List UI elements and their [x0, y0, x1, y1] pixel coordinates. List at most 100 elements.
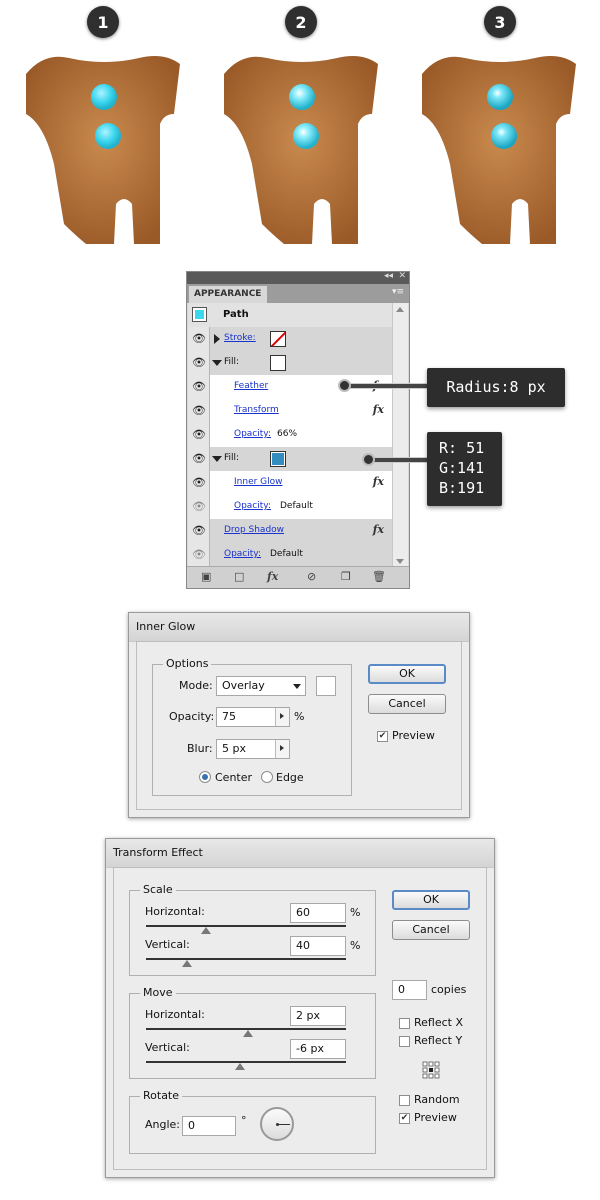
- clear-appearance-icon[interactable]: ⊘: [307, 570, 316, 583]
- effect-row-transform[interactable]: 👁 Transform fx: [188, 399, 392, 423]
- scale-horizontal-slider[interactable]: [146, 925, 346, 927]
- scale-horizontal-thumb[interactable]: [201, 927, 211, 934]
- eye-icon[interactable]: 👁: [192, 500, 206, 514]
- scale-horizontal-input[interactable]: 60: [290, 903, 346, 923]
- inner-glow-dialog: Inner Glow Options Mode: Overlay Opacity…: [128, 612, 470, 818]
- move-vertical-label: Vertical:: [145, 1041, 190, 1054]
- move-horizontal-thumb[interactable]: [243, 1030, 253, 1037]
- fill-label: Fill:: [224, 453, 240, 463]
- opacity-row-fill-2[interactable]: 👁 Opacity: Default: [188, 495, 392, 519]
- fx-icon[interactable]: fx: [373, 475, 384, 488]
- edge-radio[interactable]: [261, 771, 273, 783]
- ok-button[interactable]: OK: [392, 890, 470, 910]
- move-horizontal-input[interactable]: 2 px: [290, 1006, 346, 1026]
- drop-shadow-link[interactable]: Drop Shadow: [224, 525, 284, 535]
- visibility-column: 👁: [188, 375, 210, 399]
- blur-stepper-button[interactable]: [275, 740, 289, 758]
- add-new-fill-icon[interactable]: □: [234, 570, 244, 583]
- copies-input[interactable]: 0: [392, 980, 427, 1000]
- opacity-row-object[interactable]: 👁 Opacity: Default: [188, 543, 392, 567]
- move-vertical-slider[interactable]: [146, 1061, 346, 1063]
- eye-icon[interactable]: 👁: [192, 452, 206, 466]
- mode-select[interactable]: Overlay: [216, 676, 306, 696]
- scroll-down-icon[interactable]: [396, 559, 404, 564]
- fx-icon[interactable]: fx: [373, 403, 384, 416]
- scale-vertical-label: Vertical:: [145, 938, 190, 951]
- reflect-x-checkbox[interactable]: [399, 1018, 410, 1029]
- opacity-input[interactable]: 75: [216, 707, 290, 727]
- expand-triangle-icon[interactable]: [214, 334, 220, 344]
- close-icon[interactable]: ✕: [398, 271, 406, 281]
- opacity-link[interactable]: Opacity:: [234, 501, 271, 511]
- move-group-title: Move: [140, 986, 176, 999]
- move-vertical-input[interactable]: -6 px: [290, 1039, 346, 1059]
- collapse-triangle-icon[interactable]: [212, 456, 222, 462]
- cancel-button[interactable]: Cancel: [392, 920, 470, 940]
- cancel-button[interactable]: Cancel: [368, 694, 446, 714]
- angle-input[interactable]: 0: [182, 1116, 236, 1136]
- stroke-none-swatch[interactable]: [270, 331, 286, 347]
- tab-appearance[interactable]: APPEARANCE: [189, 286, 267, 303]
- feather-link[interactable]: Feather: [234, 381, 268, 391]
- opacity-label: Opacity:: [169, 710, 215, 723]
- path-label: Path: [223, 309, 249, 320]
- eye-icon[interactable]: 👁: [192, 428, 206, 442]
- add-effect-icon[interactable]: fx: [267, 570, 278, 583]
- opacity-link[interactable]: Opacity:: [234, 429, 271, 439]
- stroke-row[interactable]: 👁 Stroke:: [188, 327, 392, 351]
- effect-row-inner-glow[interactable]: 👁 Inner Glow fx: [188, 471, 392, 495]
- path-row[interactable]: Path: [188, 303, 392, 327]
- scale-vertical-unit: %: [350, 939, 361, 952]
- transform-link[interactable]: Transform: [234, 405, 279, 415]
- scale-vertical-thumb[interactable]: [182, 960, 192, 967]
- visibility-column: 👁: [188, 495, 210, 519]
- fill-row-1[interactable]: 👁 Fill:: [188, 351, 392, 375]
- random-checkbox[interactable]: [399, 1095, 410, 1106]
- eye-icon[interactable]: 👁: [192, 356, 206, 370]
- eye-icon[interactable]: 👁: [192, 332, 206, 346]
- center-radio[interactable]: [199, 771, 211, 783]
- opacity-value: 75: [222, 710, 236, 723]
- eye-icon[interactable]: 👁: [192, 476, 206, 490]
- duplicate-item-icon[interactable]: ❐: [341, 570, 351, 583]
- angle-label: Angle:: [145, 1118, 181, 1131]
- panel-scrollbar[interactable]: [392, 303, 408, 568]
- rgb-callout: R: 51 G:141 B:191: [427, 432, 502, 506]
- fill-white-swatch[interactable]: [270, 355, 286, 371]
- eye-icon[interactable]: 👁: [192, 524, 206, 538]
- stroke-link[interactable]: Stroke:: [224, 333, 256, 343]
- panel-menu-icon[interactable]: ▾≡: [392, 287, 404, 297]
- reference-point-icon[interactable]: [422, 1061, 440, 1079]
- scale-vertical-input[interactable]: 40: [290, 936, 346, 956]
- effect-row-drop-shadow[interactable]: 👁 Drop Shadow fx: [188, 519, 392, 543]
- move-vertical-thumb[interactable]: [235, 1063, 245, 1070]
- glow-color-swatch[interactable]: [316, 676, 336, 696]
- eye-icon[interactable]: 👁: [192, 404, 206, 418]
- dialog-body: Scale Horizontal: 60 % Vertical: 40 % Mo…: [113, 867, 487, 1170]
- center-label: Center: [215, 771, 253, 784]
- trash-icon[interactable]: 🗑: [372, 570, 386, 583]
- eye-icon[interactable]: 👁: [192, 548, 206, 562]
- cookie-button-bottom: [293, 123, 319, 149]
- angle-dial[interactable]: [260, 1107, 294, 1141]
- preview-checkbox[interactable]: ✔: [399, 1113, 410, 1124]
- fill-blue-swatch[interactable]: [270, 451, 286, 467]
- scroll-up-icon[interactable]: [396, 307, 404, 312]
- scale-vertical-slider[interactable]: [146, 958, 346, 960]
- opacity-slider-button[interactable]: [275, 708, 289, 726]
- opacity-value: Default: [270, 549, 303, 559]
- fx-icon[interactable]: fx: [373, 523, 384, 536]
- opacity-link[interactable]: Opacity:: [224, 549, 261, 559]
- opacity-row-fill-1[interactable]: 👁 Opacity: 66%: [188, 423, 392, 447]
- reflect-y-checkbox[interactable]: [399, 1036, 410, 1047]
- ok-button[interactable]: OK: [368, 664, 446, 684]
- add-new-stroke-icon[interactable]: ▣: [201, 570, 211, 583]
- move-horizontal-value: 2 px: [296, 1009, 320, 1022]
- collapse-triangle-icon[interactable]: [212, 360, 222, 366]
- inner-glow-link[interactable]: Inner Glow: [234, 477, 283, 487]
- eye-icon[interactable]: 👁: [192, 380, 206, 394]
- preview-checkbox[interactable]: ✔: [377, 731, 388, 742]
- mode-label: Mode:: [179, 679, 213, 692]
- collapse-icon[interactable]: ◂◂: [384, 271, 393, 281]
- blur-input[interactable]: 5 px: [216, 739, 290, 759]
